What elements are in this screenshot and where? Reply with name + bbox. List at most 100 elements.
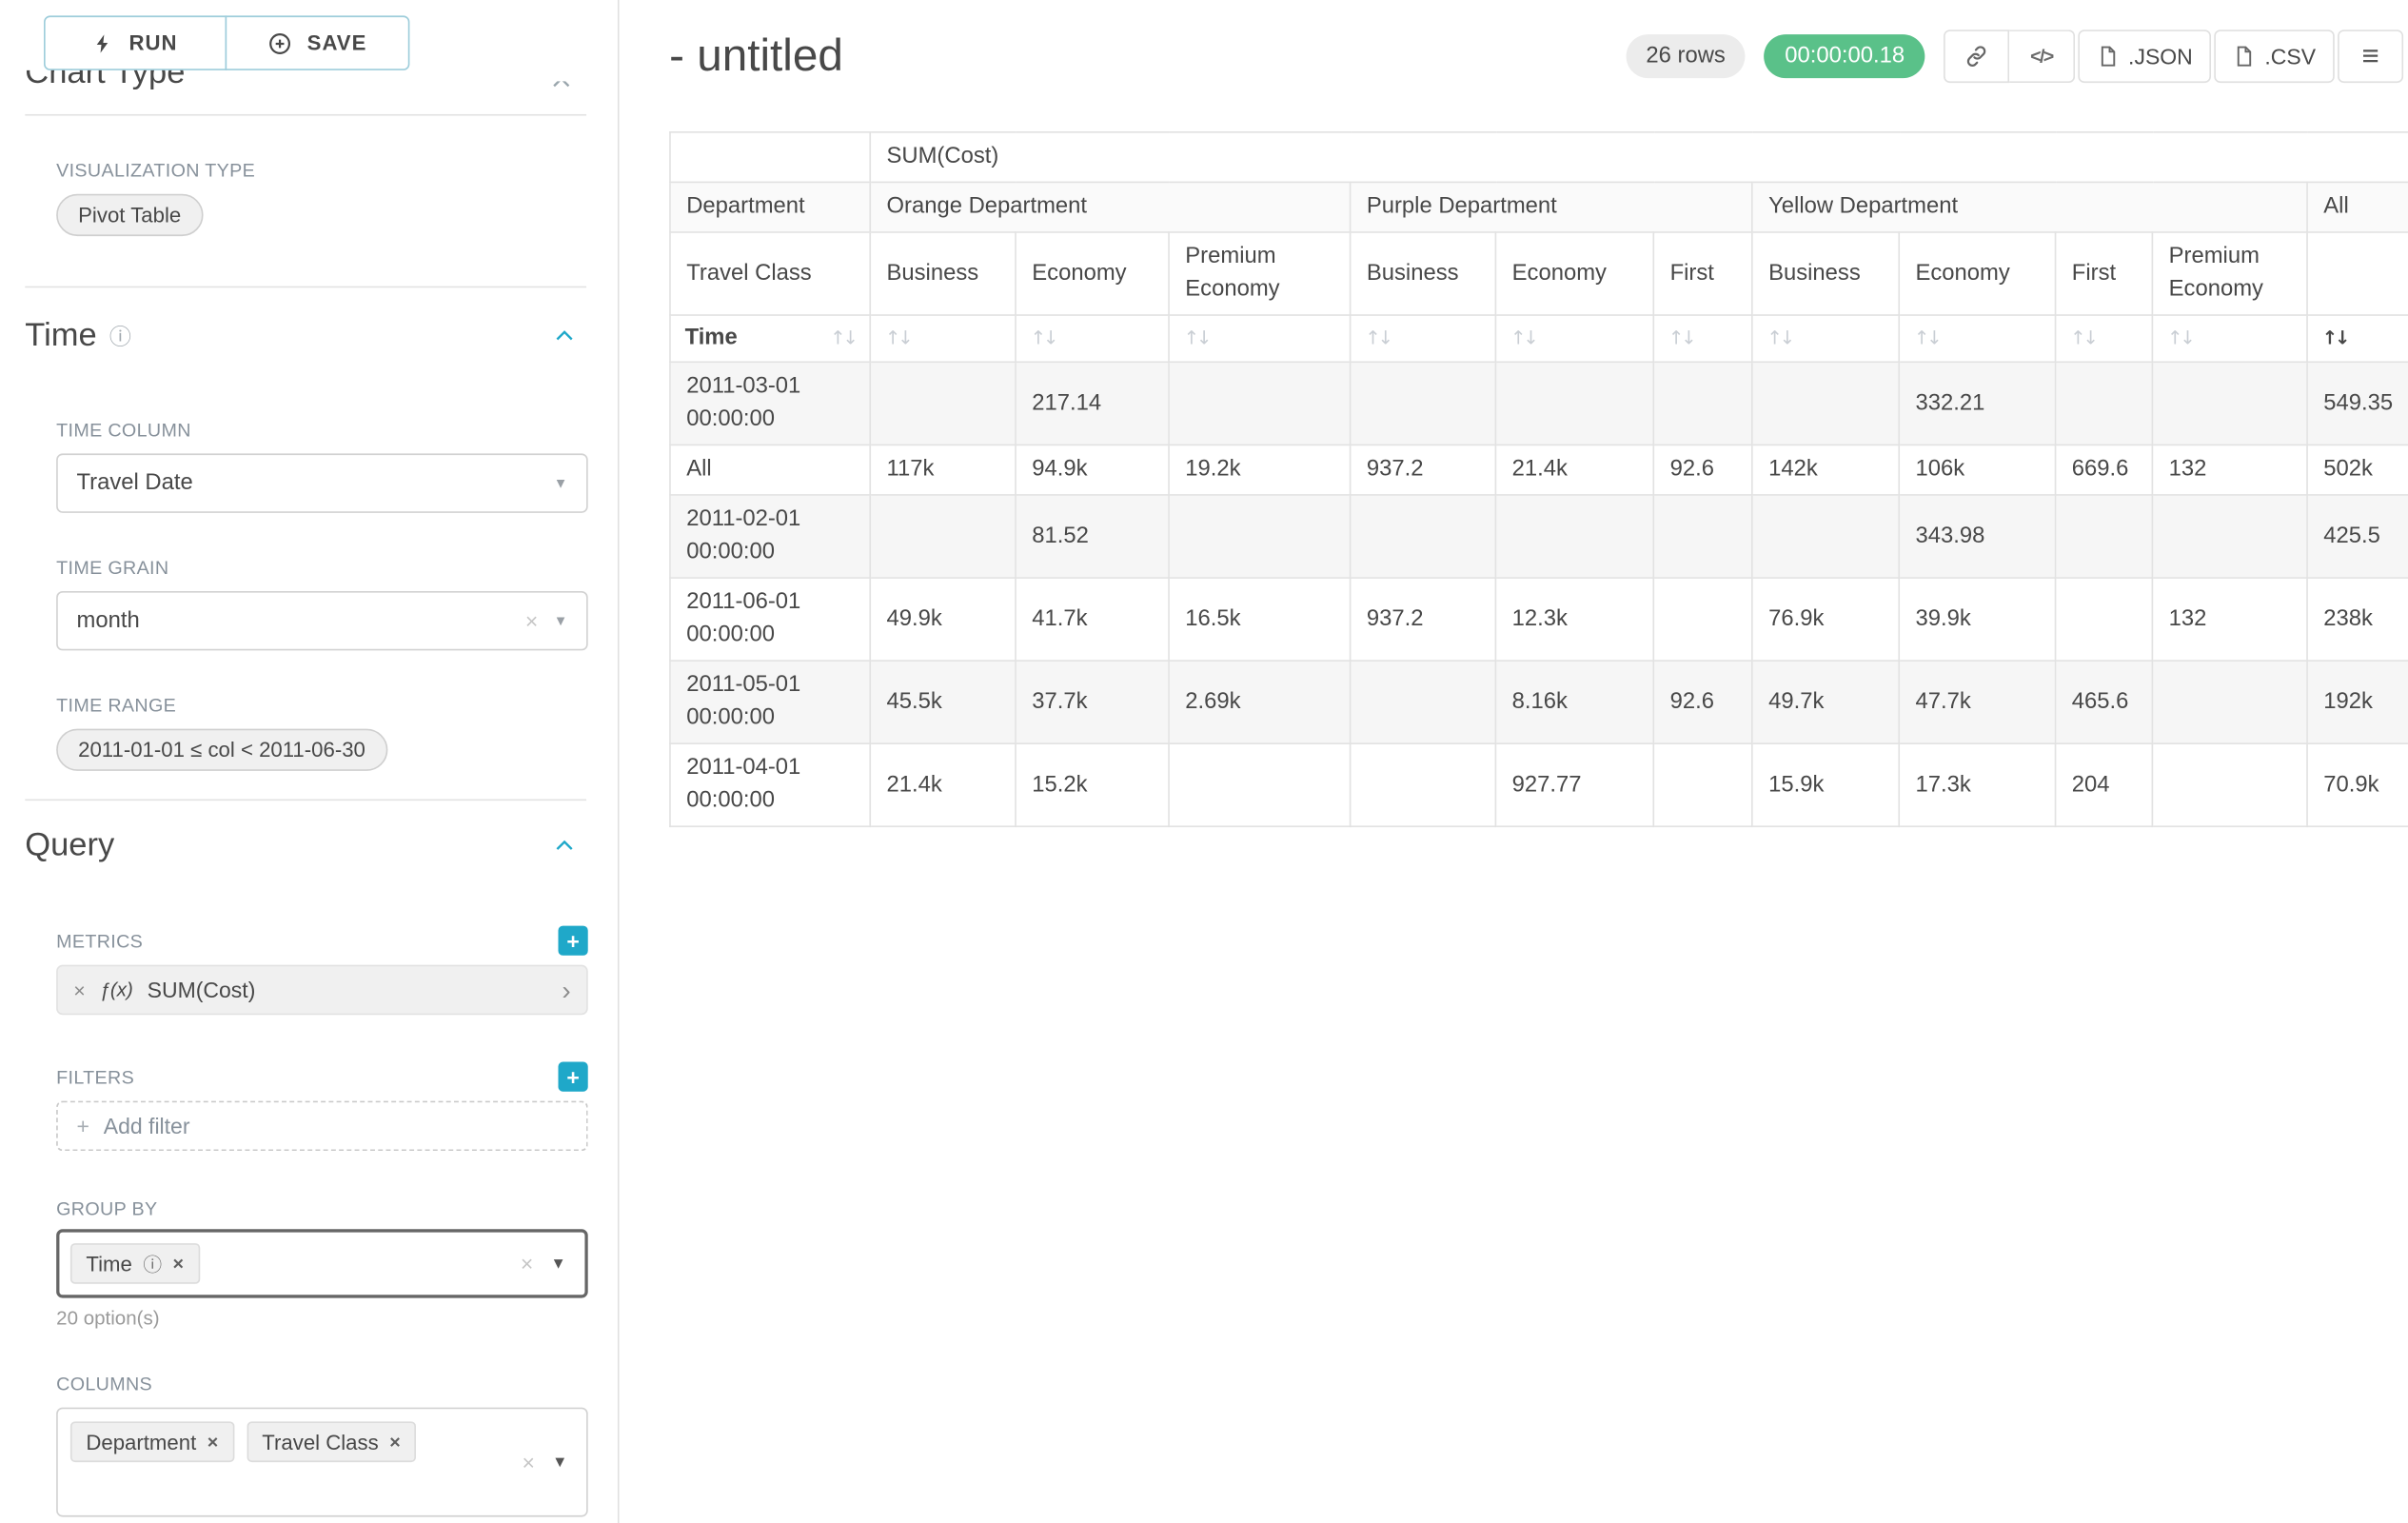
pivot-sort-cell[interactable]: ↑↓ xyxy=(1169,315,1351,362)
pivot-value-cell: 549.35 xyxy=(2307,362,2408,445)
pivot-table: SUM(Cost)DepartmentOrange DepartmentPurp… xyxy=(669,131,2408,827)
export-json-button[interactable]: .JSON xyxy=(2078,30,2211,83)
pivot-value-cell: 37.7k xyxy=(1016,661,1169,743)
pivot-sort-cell[interactable]: ↑↓ xyxy=(2307,315,2408,362)
tag-label: Department xyxy=(86,1430,196,1454)
clear-icon[interactable]: × xyxy=(523,1450,535,1474)
pivot-value-cell: 204 xyxy=(2056,744,2153,827)
collapse-chevron-icon[interactable] xyxy=(552,834,577,859)
plus-icon: + xyxy=(77,1114,89,1138)
pivot-value-cell xyxy=(1653,362,1752,445)
columns-tags: Department × Travel Class × xyxy=(70,1421,505,1462)
pivot-value-cell: 8.16k xyxy=(1495,661,1653,743)
pivot-value-cell: 76.9k xyxy=(1752,578,1899,661)
selected-value-tag: Travel Class × xyxy=(247,1421,416,1462)
pivot-sort-cell[interactable]: ↑↓ xyxy=(1899,315,2055,362)
embed-code-button[interactable]: </> xyxy=(2009,30,2075,83)
sort-icon[interactable]: ↑↓ xyxy=(1767,326,1791,348)
pivot-sort-cell[interactable]: ↑↓ xyxy=(1351,315,1496,362)
sort-icon[interactable]: ↑↓ xyxy=(1031,326,1056,348)
pivot-group-header: Orange Department xyxy=(870,182,1350,232)
chart-panel: - untitled 26 rows 00:00:00.18 </> xyxy=(620,0,2408,1523)
pivot-value-cell xyxy=(2056,495,2153,578)
pivot-value-cell xyxy=(2152,744,2307,827)
chart-header-controls: 26 rows 00:00:00.18 </> .JSON xyxy=(1626,30,2403,83)
clear-icon[interactable]: × xyxy=(521,1251,533,1276)
time-range-pill[interactable]: 2011-01-01 ≤ col < 2011-06-30 xyxy=(56,729,387,771)
pivot-value-cell: 92.6 xyxy=(1653,445,1752,496)
pivot-sort-cell[interactable]: ↑↓ xyxy=(2056,315,2153,362)
clear-icon[interactable]: × xyxy=(525,608,538,633)
remove-tag-icon[interactable]: × xyxy=(207,1431,219,1453)
remove-metric-icon[interactable]: × xyxy=(73,979,85,1002)
sort-icon[interactable]: ↑↓ xyxy=(1184,326,1209,348)
pivot-sort-cell[interactable]: ↑↓ xyxy=(870,315,1016,362)
chart-type-section: Chart Type xyxy=(25,70,586,99)
pivot-value-cell xyxy=(870,362,1016,445)
caret-down-icon[interactable]: ▼ xyxy=(552,1454,567,1471)
query-section-title: Query xyxy=(25,827,114,864)
pivot-value-cell xyxy=(2152,362,2307,445)
pivot-value-cell: 132 xyxy=(2152,578,2307,661)
metric-option[interactable]: × ƒ(x) SUM(Cost) › xyxy=(56,965,588,1016)
columns-select[interactable]: Department × Travel Class × × ▼ xyxy=(56,1408,588,1517)
pivot-sort-cell[interactable]: ↑↓ xyxy=(1653,315,1752,362)
pivot-sort-cell[interactable]: ↑↓ xyxy=(1495,315,1653,362)
sort-icon[interactable]: ↑↓ xyxy=(830,326,855,353)
pivot-row-label: 2011-03-01 00:00:00 xyxy=(670,362,870,445)
pivot-value-cell: 217.14 xyxy=(1016,362,1169,445)
pivot-row-label: All xyxy=(670,445,870,496)
sort-icon[interactable]: ↑↓ xyxy=(1365,326,1390,348)
pivot-column-header: Premium Economy xyxy=(1169,232,1351,315)
menu-button[interactable]: ≡ xyxy=(2338,30,2403,83)
sort-icon-active[interactable]: ↑↓ xyxy=(2322,326,2347,348)
chart-title[interactable]: - untitled xyxy=(669,30,843,82)
caret-down-icon[interactable]: ▼ xyxy=(550,1255,565,1272)
export-csv-button[interactable]: .CSV xyxy=(2215,30,2335,83)
pivot-column-header: Economy xyxy=(1016,232,1169,315)
pivot-value-cell: 332.21 xyxy=(1899,362,2055,445)
time-grain-select[interactable]: month × ▼ xyxy=(56,591,588,650)
query-section-header: Query xyxy=(25,822,586,869)
run-button[interactable]: RUN xyxy=(44,15,227,70)
pivot-sort-cell[interactable]: ↑↓ xyxy=(2152,315,2307,362)
remove-tag-icon[interactable]: × xyxy=(173,1253,185,1275)
pivot-value-cell xyxy=(2056,578,2153,661)
time-column-value: Travel Date xyxy=(77,471,554,496)
pivot-value-cell: 927.77 xyxy=(1495,744,1653,827)
sort-icon[interactable]: ↑↓ xyxy=(2167,326,2192,348)
add-filter-plus-button[interactable]: + xyxy=(559,1062,588,1092)
pivot-row-label: 2011-02-01 00:00:00 xyxy=(670,495,870,578)
pivot-corner-cell xyxy=(670,132,870,183)
add-filter-button[interactable]: + Add filter xyxy=(56,1101,588,1152)
file-icon xyxy=(2097,44,2119,69)
sort-icon[interactable]: ↑↓ xyxy=(1510,326,1535,348)
pivot-sort-cell[interactable]: ↑↓ xyxy=(1016,315,1169,362)
remove-tag-icon[interactable]: × xyxy=(389,1431,401,1453)
collapse-chevron-icon[interactable] xyxy=(552,324,577,348)
add-metric-button[interactable]: + xyxy=(559,926,588,956)
control-panel: RUN SAVE Chart Type VISUALIZATION TYPE P… xyxy=(0,0,620,1523)
sort-icon[interactable]: ↑↓ xyxy=(2070,326,2095,348)
pivot-value-cell: 41.7k xyxy=(1016,578,1169,661)
sort-icon[interactable]: ↑↓ xyxy=(1668,326,1693,348)
copy-link-button[interactable] xyxy=(1944,30,2009,83)
pivot-value-cell xyxy=(1169,495,1351,578)
pivot-sort-cell[interactable]: ↑↓ xyxy=(1752,315,1899,362)
chevron-right-icon[interactable]: › xyxy=(562,977,570,1003)
time-grain-label: TIME GRAIN xyxy=(56,557,586,579)
viz-type-pill[interactable]: Pivot Table xyxy=(56,194,203,236)
pivot-value-cell xyxy=(1351,744,1496,827)
time-column-select[interactable]: Travel Date ▼ xyxy=(56,453,588,512)
save-button[interactable]: SAVE xyxy=(226,15,410,70)
sort-icon[interactable]: ↑↓ xyxy=(1914,326,1939,348)
tag-label: Travel Class xyxy=(262,1430,378,1454)
sort-icon[interactable]: ↑↓ xyxy=(885,326,910,348)
collapse-chevron-icon[interactable] xyxy=(549,81,578,95)
group-by-select[interactable]: Timeⓘ× × ▼ xyxy=(56,1229,588,1297)
pivot-value-cell xyxy=(1752,495,1899,578)
pivot-column-header: Premium Economy xyxy=(2152,232,2307,315)
info-icon[interactable]: ⓘ xyxy=(109,321,131,352)
group-by-options-hint: 20 option(s) xyxy=(56,1307,586,1329)
row-count-badge: 26 rows xyxy=(1626,34,1746,78)
